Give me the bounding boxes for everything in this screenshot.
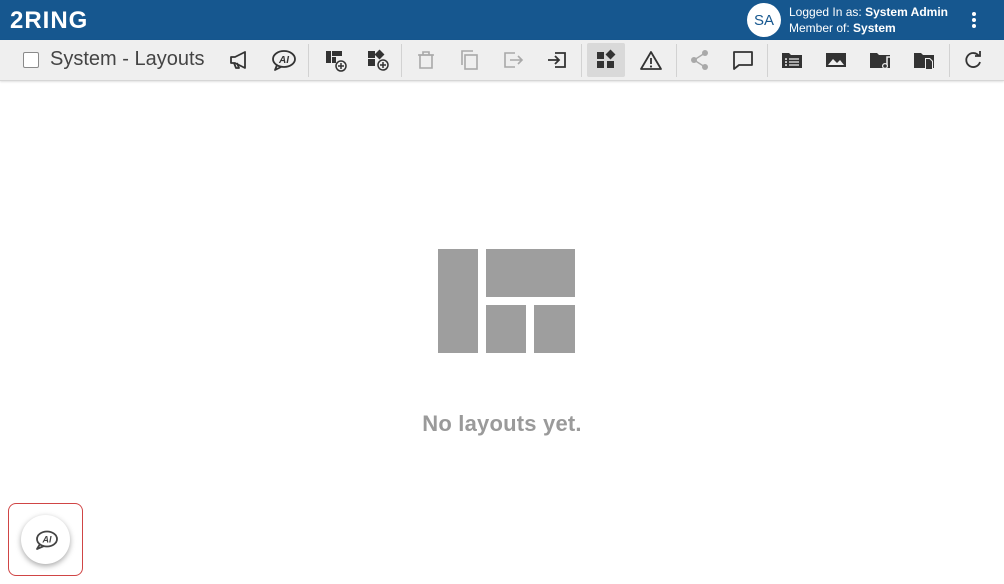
member-label: Member of:	[789, 21, 850, 35]
images-button[interactable]	[817, 43, 855, 77]
music-folder-button[interactable]	[861, 43, 899, 77]
svg-text:AI: AI	[41, 534, 51, 544]
toolbar-separator	[767, 44, 768, 77]
announcement-button[interactable]	[221, 43, 259, 77]
avatar[interactable]: SA	[747, 3, 781, 37]
refresh-button[interactable]	[954, 43, 992, 77]
brand-logo[interactable]: 2RING	[10, 7, 110, 33]
add-layout-button[interactable]	[316, 43, 354, 77]
import-icon	[548, 52, 566, 68]
user-info: Logged In as: System Admin Member of: Sy…	[789, 4, 948, 36]
delete-icon	[418, 51, 434, 69]
logged-in-row: Logged In as: System Admin	[789, 4, 948, 20]
toolbar-separator	[401, 44, 402, 77]
toolbar-separator	[676, 44, 677, 77]
add-layout-icon	[326, 51, 347, 72]
member-group: System	[853, 21, 896, 35]
empty-state-message: No layouts yet.	[422, 411, 582, 436]
share-icon	[691, 50, 708, 70]
toolbar-separator	[308, 44, 309, 77]
folder-list-button[interactable]	[773, 43, 811, 77]
ai-chat-icon: AI	[35, 530, 58, 550]
image-icon	[826, 53, 846, 67]
megaphone-icon	[230, 51, 246, 69]
export-icon	[504, 52, 524, 68]
logged-in-user: System Admin	[865, 5, 948, 19]
copy-button[interactable]	[450, 43, 488, 77]
ai-assistant-fab[interactable]: AI	[21, 515, 70, 564]
refresh-icon	[965, 51, 981, 68]
svg-text:AI: AI	[278, 55, 289, 66]
top-header-bar: 2RING SA Logged In as: System Admin Memb…	[0, 0, 1004, 40]
brand-text: 2RING	[10, 7, 88, 33]
add-widget-layout-icon	[368, 49, 389, 71]
toolbar-separator	[949, 44, 950, 77]
kebab-icon	[972, 12, 976, 28]
more-menu-button[interactable]	[964, 8, 984, 32]
page-title: System - Layouts	[50, 48, 205, 70]
layout-placeholder-icon	[438, 249, 575, 353]
logged-in-label: Logged In as:	[789, 5, 862, 19]
delete-button[interactable]	[407, 43, 445, 77]
warnings-button[interactable]	[632, 43, 670, 77]
add-widget-layout-button[interactable]	[359, 43, 397, 77]
documents-folder-button[interactable]	[905, 43, 943, 77]
comment-icon	[733, 51, 753, 70]
share-button[interactable]	[681, 43, 719, 77]
warning-icon	[640, 51, 662, 70]
ai-chat-icon: AI	[272, 50, 296, 71]
document-folder-icon	[914, 53, 934, 70]
select-all-checkbox[interactable]	[23, 52, 39, 68]
member-row: Member of: System	[789, 20, 948, 36]
toolbar: System - Layouts AI	[0, 40, 1004, 81]
folder-list-icon	[782, 53, 802, 68]
toolbar-separator	[581, 44, 582, 77]
export-button[interactable]	[494, 43, 532, 77]
ai-assistant-button[interactable]: AI	[265, 43, 303, 77]
copy-icon	[461, 50, 478, 70]
comment-button[interactable]	[724, 43, 762, 77]
import-button[interactable]	[538, 43, 576, 77]
widgets-view-button[interactable]	[587, 43, 625, 77]
music-folder-icon	[870, 53, 890, 69]
widgets-icon	[597, 49, 616, 68]
